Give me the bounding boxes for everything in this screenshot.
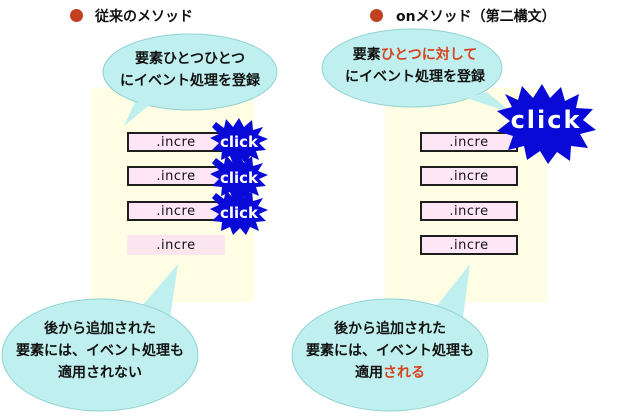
right-bottom-bubble-line1: 後から追加された [334, 321, 446, 337]
right-bottom-bubble-line2: 要素には、イベント処理も [306, 343, 474, 359]
left-bottom-bubble-text: 後から追加された 要素には、イベント処理も 適用されない [10, 318, 190, 384]
right-bottom-bubble-text: 後から追加された 要素には、イベント処理も 適用される [300, 318, 480, 384]
left-click-label-3: click [220, 204, 259, 222]
right-click-burst-icon: click [497, 84, 596, 164]
left-bottom-bubble-line3: 適用されない [58, 365, 142, 381]
right-bottom-bubble-line3-normal: 適用 [355, 365, 383, 381]
left-bottom-bubble-line1: 後から追加された [44, 321, 156, 337]
left-click-label-1: click [220, 133, 259, 151]
left-click-burst-icon-3: click [210, 189, 268, 235]
right-click-label: click [511, 106, 582, 134]
right-bottom-bubble-line3-highlight: される [383, 365, 425, 381]
left-click-label-2: click [220, 169, 259, 187]
left-bottom-bubble-line2: 要素には、イベント処理も [16, 343, 184, 359]
